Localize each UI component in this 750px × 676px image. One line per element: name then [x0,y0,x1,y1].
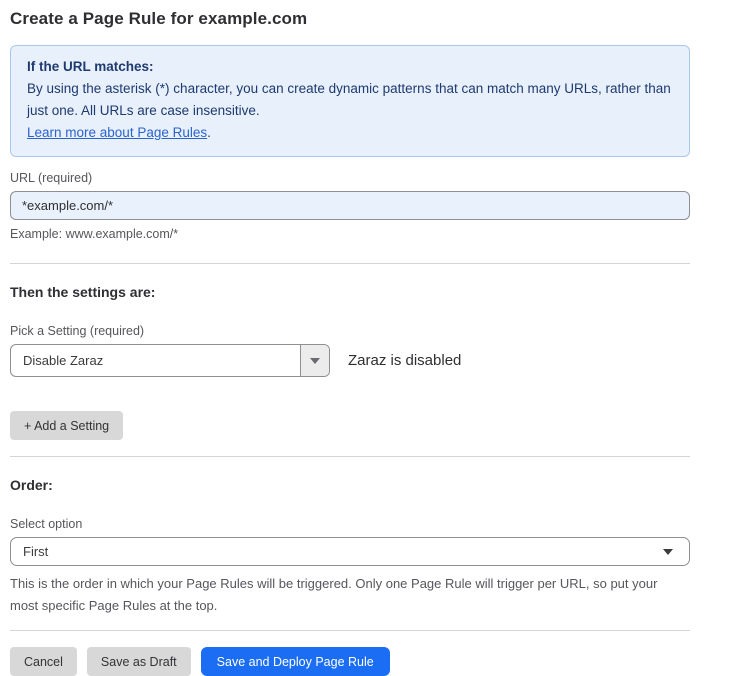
setting-picker-row: Disable Zaraz Zaraz is disabled [10,344,690,377]
order-select-label: Select option [10,517,690,531]
link-suffix: . [207,125,211,140]
save-as-draft-button[interactable]: Save as Draft [87,647,191,676]
info-box-body: By using the asterisk (*) character, you… [27,78,673,122]
divider-settings [10,456,690,457]
add-setting-button[interactable]: + Add a Setting [10,411,123,440]
cancel-button[interactable]: Cancel [10,647,77,676]
form-actions: Cancel Save as Draft Save and Deploy Pag… [10,647,690,676]
divider-actions [10,630,690,631]
order-select[interactable]: First [10,537,690,566]
info-box-link-line: Learn more about Page Rules. [27,122,673,144]
page-title: Create a Page Rule for example.com [10,9,690,29]
order-select-value: First [23,544,663,559]
learn-more-link[interactable]: Learn more about Page Rules [27,125,207,140]
info-box-heading: If the URL matches: [27,56,673,78]
url-match-info-box: If the URL matches: By using the asteris… [10,45,690,157]
dropdown-arrow-icon [310,358,320,364]
setting-select[interactable]: Disable Zaraz [10,344,330,377]
setting-select-arrow-button[interactable] [300,345,329,376]
setting-status-text: Zaraz is disabled [348,352,461,369]
order-section-heading: Order: [10,477,690,493]
url-input[interactable] [10,191,690,220]
order-helper-text: This is the order in which your Page Rul… [10,573,682,617]
divider-url [10,263,690,264]
page-rule-form: Create a Page Rule for example.com If th… [10,0,690,676]
setting-select-value: Disable Zaraz [11,345,300,376]
url-field-label: URL (required) [10,171,690,185]
url-field-helper: Example: www.example.com/* [10,227,690,241]
chevron-down-icon [663,549,673,555]
save-and-deploy-button[interactable]: Save and Deploy Page Rule [201,647,390,676]
setting-picker-label: Pick a Setting (required) [10,324,690,338]
settings-section-heading: Then the settings are: [10,284,690,300]
